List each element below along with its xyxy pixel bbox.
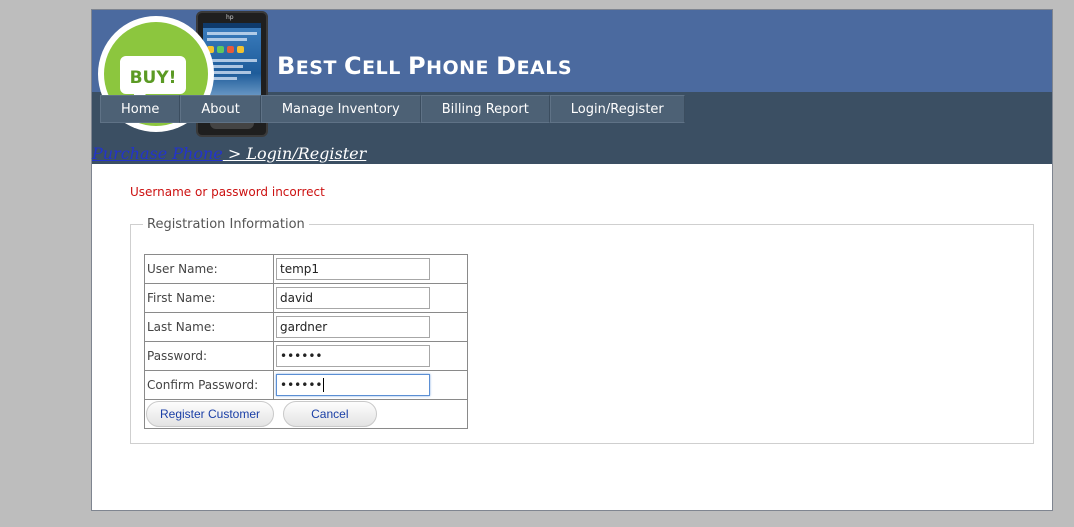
password-label: Password: (144, 341, 274, 371)
page-frame: hp BUY! BEST CELL PHONE DEALS Home About… (91, 9, 1053, 511)
confirm-password-input[interactable]: •••••• (276, 374, 430, 396)
form-row-first-name: First Name: david (144, 283, 468, 313)
form-row-last-name: Last Name: gardner (144, 312, 468, 342)
nav-item-manage-inventory[interactable]: Manage Inventory (260, 95, 421, 123)
username-input[interactable]: temp1 (276, 258, 430, 280)
first-name-label: First Name: (144, 283, 274, 313)
username-label: User Name: (144, 254, 274, 284)
buy-logo-text: BUY! (130, 68, 177, 88)
nav-item-about[interactable]: About (180, 95, 261, 123)
confirm-password-label: Confirm Password: (144, 370, 274, 400)
breadcrumb: Purchase Phone > Login/Register (92, 144, 366, 163)
last-name-label: Last Name: (144, 312, 274, 342)
site-title: BEST CELL PHONE DEALS (277, 52, 573, 80)
registration-form: User Name: temp1 First Name: david Last … (144, 254, 468, 429)
form-row-confirm-password: Confirm Password: •••••• (144, 370, 468, 400)
cancel-button[interactable]: Cancel (282, 401, 377, 427)
main-nav: Home About Manage Inventory Billing Repo… (100, 95, 685, 123)
error-message: Username or password incorrect (130, 185, 325, 199)
nav-item-home[interactable]: Home (100, 95, 181, 123)
confirm-password-value: •••••• (280, 378, 323, 392)
phone-brand-label: hp (226, 14, 234, 21)
register-customer-button[interactable]: Register Customer (146, 401, 274, 427)
breadcrumb-current: > Login/Register (222, 144, 367, 163)
breadcrumb-link-purchase-phone[interactable]: Purchase Phone (92, 144, 223, 163)
password-input[interactable]: •••••• (276, 345, 430, 367)
text-caret (323, 378, 325, 392)
last-name-input[interactable]: gardner (276, 316, 430, 338)
form-row-password: Password: •••••• (144, 341, 468, 371)
registration-legend: Registration Information (147, 217, 305, 232)
form-row-username: User Name: temp1 (144, 254, 468, 284)
form-row-buttons: Register Customer Cancel (144, 399, 468, 429)
first-name-input[interactable]: david (276, 287, 430, 309)
nav-item-login-register[interactable]: Login/Register (549, 95, 685, 123)
nav-item-billing-report[interactable]: Billing Report (420, 95, 550, 123)
